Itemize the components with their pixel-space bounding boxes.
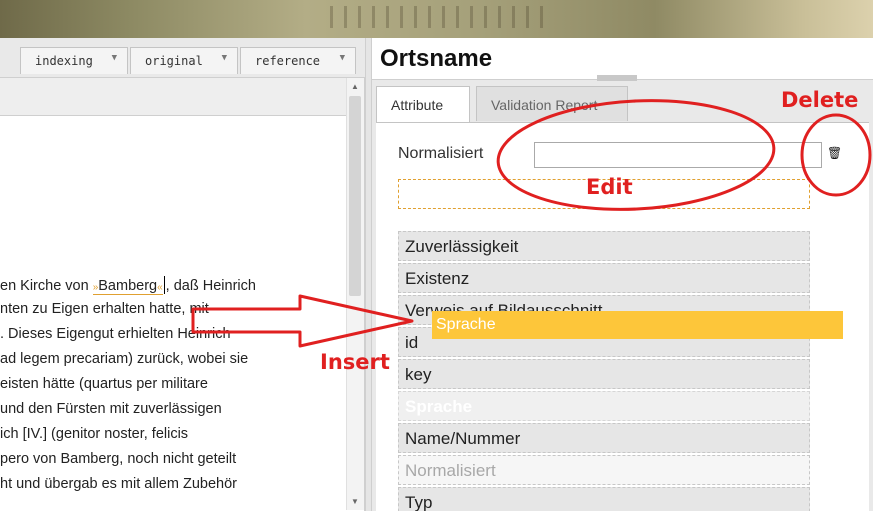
reference-dropdown[interactable]: reference ▼	[240, 47, 356, 74]
text-line: pero von Bamberg, noch nicht geteilt	[0, 451, 237, 467]
text-line: en Kirche von »Bamberg«, daß Heinrich	[0, 276, 256, 295]
insert-annotation: Insert	[320, 350, 390, 374]
bamberg-annotation[interactable]: »Bamberg«	[92, 278, 163, 295]
scroll-thumb[interactable]	[349, 96, 361, 296]
edit-annotation: Edit	[586, 175, 633, 199]
tab-validation-report[interactable]: Validation Report	[476, 86, 628, 121]
attribute-item-existenz[interactable]: Existenz	[398, 263, 810, 293]
attribute-item-normalisiert[interactable]: Normalisiert	[398, 455, 810, 485]
dropdown-label: indexing	[35, 54, 93, 68]
editor-subbar	[0, 78, 346, 116]
element-title: Ortsname	[380, 45, 493, 72]
indexing-dropdown[interactable]: indexing ▼	[20, 47, 128, 74]
delete-annotation: Delete	[781, 88, 859, 112]
scroll-down-icon[interactable]: ▼	[351, 497, 359, 506]
pane-splitter[interactable]	[365, 38, 372, 511]
dragged-attribute-sprache[interactable]: Sprache	[432, 311, 843, 339]
editor-scrollbar[interactable]: ▲ ▼	[346, 78, 364, 510]
resize-handle[interactable]	[597, 75, 637, 81]
chevron-down-icon: ▼	[111, 53, 117, 63]
attribute-item-name-nummer[interactable]: Name/Nummer	[398, 423, 810, 453]
normalisiert-label: Normalisiert	[398, 145, 484, 162]
chevron-down-icon: ▼	[221, 53, 227, 63]
attribute-item-typ[interactable]: Typ	[398, 487, 810, 511]
text-line: ich [IV.] (genitor noster, felicis	[0, 426, 189, 442]
attribute-item-sprache-placeholder: Sprache	[398, 391, 810, 421]
scroll-up-icon[interactable]: ▲	[351, 82, 359, 91]
manuscript-image-strip	[0, 0, 873, 38]
dropdown-label: reference	[255, 54, 321, 68]
normalisiert-input[interactable]	[534, 142, 822, 168]
text-caret	[163, 276, 165, 294]
text-line: nten zu Eigen erhalten hatte, mit	[0, 301, 209, 317]
attribute-item-key[interactable]: key	[398, 359, 810, 389]
text-line: ad legem precariam) zurück, wobei sie	[0, 351, 249, 367]
dropdown-label: original	[145, 54, 203, 68]
element-header: Ortsname	[372, 38, 873, 81]
view-toolbar: indexing ▼ original ▼ reference ▼	[0, 38, 365, 78]
attribute-item-zuverlaessigkeit[interactable]: Zuverlässigkeit	[398, 231, 810, 261]
text-line: ht und übergab es mit allem Zubehör	[0, 476, 237, 492]
text-line: und den Fürsten mit zuverlässigen	[0, 401, 222, 417]
text-line: . Dieses Eigengut erhielten Heinrich	[0, 326, 231, 342]
chevron-down-icon: ▼	[339, 53, 345, 63]
original-dropdown[interactable]: original ▼	[130, 47, 238, 74]
editor-pane: indexing ▼ original ▼ reference ▼ ▲ ▼ en…	[0, 38, 365, 511]
trash-icon[interactable]: 🗑	[827, 146, 842, 160]
tab-attribute[interactable]: Attribute	[376, 86, 470, 122]
text-line: eisten hätte (quartus per militare	[0, 376, 208, 392]
